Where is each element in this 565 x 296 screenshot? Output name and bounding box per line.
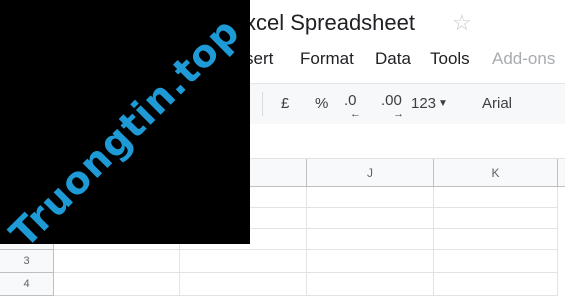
cell[interactable]: [54, 273, 180, 296]
document-title[interactable]: xcel Spreadsheet: [245, 10, 415, 36]
increase-decimal-button[interactable]: .00 →: [381, 92, 404, 120]
font-family-select[interactable]: Arial: [482, 95, 512, 112]
cell[interactable]: [434, 250, 558, 273]
toolbar-divider: [262, 92, 263, 116]
more-formats-label: 123: [411, 95, 437, 112]
cell[interactable]: [307, 187, 434, 208]
watermark-overlay: Truongtin.top: [0, 0, 250, 256]
menu-format[interactable]: Format: [300, 49, 354, 69]
cell[interactable]: [180, 250, 307, 273]
star-icon[interactable]: ☆: [452, 10, 472, 36]
column-header-j[interactable]: J: [307, 159, 434, 187]
cell[interactable]: [434, 229, 558, 250]
menu-add-ons[interactable]: Add-ons: [492, 49, 555, 69]
cell[interactable]: [434, 187, 558, 208]
menu-tools[interactable]: Tools: [430, 49, 470, 69]
currency-format-button[interactable]: £: [281, 95, 289, 112]
cell[interactable]: [54, 250, 180, 273]
row-header-3[interactable]: 3: [0, 250, 54, 273]
column-header[interactable]: [558, 159, 565, 187]
cell[interactable]: [307, 273, 434, 296]
cell[interactable]: [434, 208, 558, 229]
arrow-right-icon: →: [393, 108, 404, 120]
caret-down-icon: ▼: [438, 98, 448, 109]
cell[interactable]: [434, 273, 558, 296]
cell[interactable]: [180, 273, 307, 296]
menu-data[interactable]: Data: [375, 49, 411, 69]
column-header-k[interactable]: K: [434, 159, 558, 187]
watermark-text: Truongtin.top: [1, 8, 249, 256]
arrow-left-icon: ←: [350, 108, 361, 120]
percent-format-button[interactable]: %: [315, 95, 328, 112]
row-header-4[interactable]: 4: [0, 273, 54, 296]
more-formats-button[interactable]: 123 ▼: [411, 95, 448, 112]
increase-decimal-label: .00: [381, 92, 402, 109]
decrease-decimal-label: .0: [344, 92, 357, 109]
cell[interactable]: [307, 229, 434, 250]
cell[interactable]: [307, 208, 434, 229]
decrease-decimal-button[interactable]: .0 ←: [344, 92, 361, 120]
cell[interactable]: [307, 250, 434, 273]
